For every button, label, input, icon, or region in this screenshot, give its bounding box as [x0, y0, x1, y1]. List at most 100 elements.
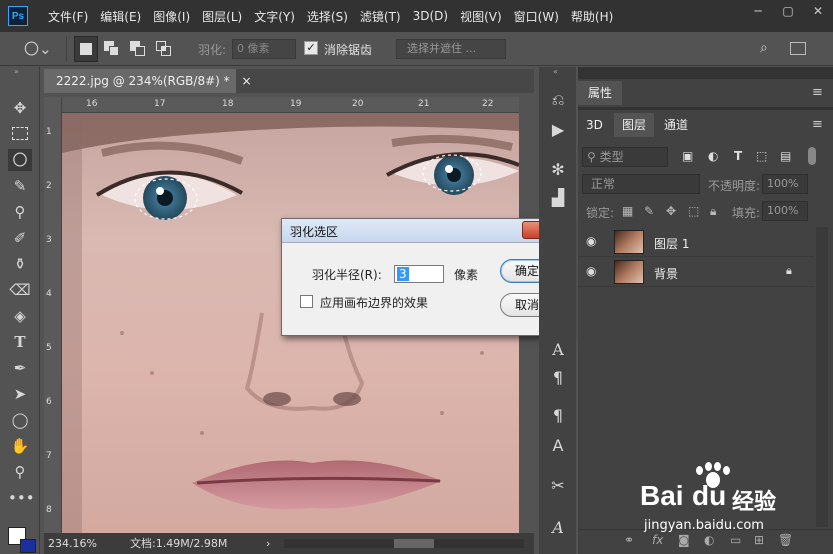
add-selection-icon[interactable]	[104, 41, 120, 57]
horizontal-scrollbar[interactable]	[284, 539, 524, 548]
more-tools-icon[interactable]: •••	[8, 487, 35, 509]
menu-type[interactable]: 文字(Y)	[254, 8, 295, 25]
lock-all-icon[interactable]: 🔒︎	[710, 204, 716, 219]
layer-row[interactable]: ◉ 背景 🔒︎	[578, 257, 814, 287]
filter-toggle[interactable]	[808, 147, 816, 165]
zoom-readout[interactable]: 234.16%	[48, 533, 97, 554]
apply-canvas-bounds-checkbox[interactable]	[300, 295, 313, 308]
fill-input[interactable]: 100%	[762, 201, 808, 221]
lock-image-icon[interactable]: ✎	[644, 204, 654, 218]
visibility-eye-icon[interactable]: ◉	[586, 264, 596, 278]
feather-radius-value: 3	[397, 267, 409, 281]
menu-filter[interactable]: 滤镜(T)	[360, 8, 401, 25]
ruler-tick: 4	[46, 289, 52, 299]
baidu-logo-text: Bai	[640, 480, 684, 511]
search-icon[interactable]: ⌕	[760, 40, 776, 56]
path-select-tool-icon[interactable]: ➤	[8, 383, 32, 405]
antialias-label: 消除锯齿	[324, 43, 373, 57]
filter-adjustment-icon[interactable]: ◐	[708, 149, 718, 163]
layers-menu-icon[interactable]: ≡	[812, 117, 823, 132]
properties-tab[interactable]: 属性	[578, 81, 622, 105]
close-tab-icon[interactable]: ×	[241, 74, 251, 88]
dialog-title: 羽化选区	[290, 225, 339, 239]
eyedropper-tool-icon[interactable]: ⚲	[8, 201, 32, 223]
glyphs-icon[interactable]: A	[547, 517, 569, 539]
character-styles-icon[interactable]: A	[547, 435, 569, 457]
filter-type-icon[interactable]: T	[734, 149, 742, 163]
actions-play-icon[interactable]: ▶	[547, 119, 569, 141]
layer-filter-dropdown[interactable]: ⚲ 类型	[582, 147, 668, 167]
lasso-preset-icon[interactable]: 〇⌄	[24, 40, 52, 58]
new-selection-icon[interactable]	[74, 36, 98, 62]
marquee-tool-icon[interactable]	[8, 123, 32, 145]
zoom-tool-icon[interactable]: ⚲	[8, 461, 32, 483]
move-tool-icon[interactable]: ✥	[8, 97, 32, 119]
brush-tool-icon[interactable]: ✐	[8, 227, 32, 249]
feather-input[interactable]: 0 像素	[232, 39, 296, 59]
pen-tool-icon[interactable]: ✒	[8, 357, 32, 379]
eraser-tool-icon[interactable]: ⌫	[8, 279, 32, 301]
layer-thumbnail	[614, 260, 644, 284]
menu-image[interactable]: 图像(I)	[153, 8, 190, 25]
link-layers-icon[interactable]: ⚭	[624, 533, 634, 547]
layer-name[interactable]: 背景	[654, 265, 678, 282]
select-and-mask-button[interactable]: 选择并遮住 ...	[396, 39, 506, 59]
filter-shape-icon[interactable]: ⬚	[756, 149, 767, 163]
panel-menu-icon[interactable]: ≡	[812, 85, 823, 100]
stamp-tool-icon[interactable]: ⚱	[8, 253, 32, 275]
hand-tool-icon[interactable]: ✋	[8, 435, 32, 457]
status-arrow-icon[interactable]: ›	[266, 533, 270, 554]
histogram-icon[interactable]: ▟	[547, 187, 569, 209]
menu-file[interactable]: 文件(F)	[48, 8, 88, 25]
tab-layers[interactable]: 图层	[614, 113, 654, 137]
tool-presets-icon[interactable]: ✂	[547, 475, 569, 497]
paragraph-icon[interactable]: ¶	[547, 367, 569, 389]
intersect-selection-icon[interactable]	[156, 41, 172, 57]
ruler-tick: 17	[154, 99, 166, 109]
menu-window[interactable]: 窗口(W)	[514, 8, 559, 25]
filter-smart-object-icon[interactable]: ▤	[780, 149, 791, 163]
opacity-input[interactable]: 100%	[762, 174, 808, 194]
type-tool-icon[interactable]: T	[8, 331, 32, 353]
brush-settings-icon[interactable]: ✻	[547, 159, 569, 181]
expand-panels-icon[interactable]: «	[553, 67, 558, 76]
menu-layer[interactable]: 图层(L)	[202, 8, 242, 25]
menu-3d[interactable]: 3D(D)	[413, 9, 448, 23]
menu-help[interactable]: 帮助(H)	[571, 8, 613, 25]
antialias-checkbox[interactable]: ✓	[304, 41, 318, 55]
menu-edit[interactable]: 编辑(E)	[100, 8, 141, 25]
workspace-icon[interactable]	[790, 42, 806, 55]
quick-select-tool-icon[interactable]: ✎	[8, 175, 32, 197]
blend-mode-dropdown[interactable]: 正常	[582, 174, 700, 194]
character-icon[interactable]: A	[547, 339, 569, 361]
filter-kind-label: 类型	[599, 150, 624, 164]
baidu-jingyan-watermark: Bai du 经验 jingyan.baidu.com	[640, 462, 830, 538]
filter-pixel-icon[interactable]: ▣	[682, 149, 693, 163]
collapse-toolbar-icon[interactable]: »	[14, 67, 19, 76]
photoshop-logo: Ps	[8, 6, 28, 26]
jingyan-brand: 经验	[732, 490, 777, 515]
subtract-selection-icon[interactable]	[130, 41, 146, 57]
close-button[interactable]: ✕	[803, 0, 833, 32]
minimize-button[interactable]: ─	[743, 0, 773, 32]
tab-channels[interactable]: 通道	[664, 113, 688, 137]
ellipse-tool-icon[interactable]: ◯	[8, 409, 32, 431]
restore-button[interactable]: ▢	[773, 0, 803, 32]
history-icon[interactable]: ⎌	[547, 89, 569, 111]
layer-row[interactable]: ◉ 图层 1	[578, 227, 814, 257]
paragraph-styles-icon[interactable]: ¶	[547, 405, 569, 427]
feather-radius-input[interactable]: 3	[394, 265, 444, 283]
lasso-tool-icon[interactable]: 〇	[8, 149, 32, 171]
paint-bucket-tool-icon[interactable]: ◈	[8, 305, 32, 327]
dialog-titlebar[interactable]: 羽化选区 ✕	[282, 219, 570, 243]
tab-3d[interactable]: 3D	[586, 113, 603, 137]
document-tab[interactable]: 2222.jpg @ 234%(RGB/8#) * ×	[44, 69, 252, 93]
visibility-eye-icon[interactable]: ◉	[586, 234, 596, 248]
menu-view[interactable]: 视图(V)	[460, 8, 502, 25]
menu-select[interactable]: 选择(S)	[307, 8, 348, 25]
lock-transparent-icon[interactable]: ▦	[622, 204, 633, 218]
lock-artboard-icon[interactable]: ⬚	[688, 204, 699, 218]
layer-name[interactable]: 图层 1	[654, 235, 689, 252]
lock-position-icon[interactable]: ✥	[666, 204, 676, 218]
background-color-swatch[interactable]	[20, 539, 36, 553]
